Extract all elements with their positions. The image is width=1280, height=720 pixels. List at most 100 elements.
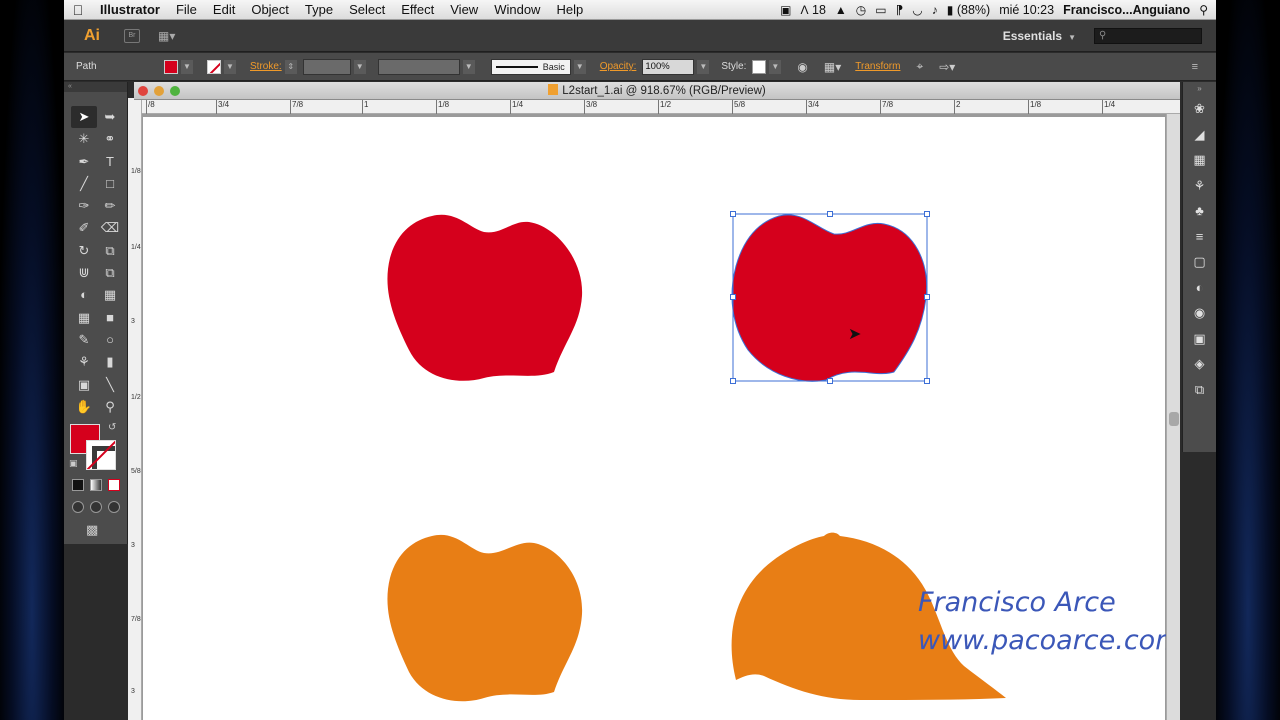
menu-effect[interactable]: Effect — [393, 2, 442, 17]
eraser-tool-icon[interactable]: ⌫ — [97, 217, 123, 239]
rectangle-tool-icon[interactable]: □ — [97, 173, 123, 195]
help-search-input[interactable]: ⚲ — [1094, 27, 1202, 44]
screen-recorder-icon[interactable]: ▣ — [780, 3, 791, 17]
color-mode-icon[interactable] — [72, 479, 84, 491]
gradient-tool-icon[interactable]: ■ — [97, 307, 123, 329]
scale-tool-icon[interactable]: ⧉ — [97, 240, 123, 262]
symbols-panel-icon[interactable]: ♣ — [1183, 198, 1216, 224]
artboards-panel-icon[interactable]: ⧉ — [1183, 377, 1216, 403]
free-transform-tool-icon[interactable]: ⧉ — [97, 262, 123, 284]
opacity-field[interactable]: 100% — [642, 58, 695, 75]
zoom-tool-icon[interactable]: ⚲ — [97, 396, 123, 418]
menu-illustrator[interactable]: Illustrator — [92, 2, 168, 17]
type-tool-icon[interactable]: T — [97, 151, 123, 173]
tools-panel-collapse-icon[interactable]: « — [64, 82, 127, 92]
default-colors-icon[interactable]: ▣ — [69, 458, 78, 469]
magic-wand-tool-icon[interactable]: ✳ — [71, 128, 97, 150]
menu-type[interactable]: Type — [297, 2, 341, 17]
swatches-panel-icon[interactable]: ▦ — [1183, 147, 1216, 173]
width-tool-icon[interactable]: ⋓ — [71, 262, 97, 284]
time-machine-icon[interactable]: ◷ — [856, 3, 866, 17]
menu-select[interactable]: Select — [341, 2, 393, 17]
volume-icon[interactable]: ♪ — [932, 3, 938, 17]
gradient-panel-icon[interactable]: ▢ — [1183, 249, 1216, 275]
color-panel-icon[interactable]: ❀ — [1183, 96, 1216, 122]
profile-dropdown-icon[interactable]: ▼ — [462, 59, 475, 74]
blob-brush-tool-icon[interactable]: ✐ — [71, 217, 97, 239]
menu-edit[interactable]: Edit — [205, 2, 243, 17]
opacity-panel-link[interactable]: Opacity: — [600, 61, 637, 72]
draw-normal-icon[interactable] — [72, 501, 84, 513]
transparency-panel-icon[interactable]: ◐ — [1183, 275, 1216, 301]
zoom-window-icon[interactable] — [170, 86, 180, 96]
menubar-user[interactable]: Francisco...Anguiano — [1063, 3, 1190, 17]
selection-tool-icon[interactable]: ➤ — [71, 106, 97, 129]
stroke-color-box[interactable] — [86, 440, 116, 470]
draw-behind-icon[interactable] — [90, 501, 102, 513]
workspace-switcher[interactable]: Essentials ▼ — [1003, 29, 1076, 43]
google-drive-icon[interactable]: ▲ — [835, 3, 847, 17]
vertical-scrollbar[interactable] — [1166, 114, 1180, 720]
blend-tool-icon[interactable]: ○ — [97, 329, 123, 351]
minimize-window-icon[interactable] — [154, 86, 164, 96]
none-mode-icon[interactable] — [108, 479, 120, 491]
menu-object[interactable]: Object — [243, 2, 297, 17]
gradient-mode-icon[interactable] — [90, 479, 102, 491]
apple-icon[interactable]:  — [64, 2, 92, 18]
screen-mode-icon[interactable]: ▩ — [86, 522, 98, 538]
eyedropper-tool-icon[interactable]: ✎ — [71, 329, 97, 351]
align-options-icon[interactable]: ▦▾ — [824, 60, 841, 74]
recolor-artwork-icon[interactable]: ◉ — [797, 60, 807, 74]
opacity-dropdown-icon[interactable]: ▼ — [697, 59, 710, 74]
hand-tool-icon[interactable]: ✋ — [71, 396, 97, 418]
line-segment-tool-icon[interactable]: ╱ — [71, 173, 97, 195]
stroke-panel-link[interactable]: Stroke: — [250, 61, 282, 72]
envelope-options-icon[interactable]: ⇨▾ — [939, 60, 955, 74]
slice-tool-icon[interactable]: ╲ — [97, 374, 123, 396]
rotate-tool-icon[interactable]: ↻ — [71, 240, 97, 262]
panel-menu-icon[interactable]: ≡ — [1192, 61, 1198, 73]
column-graph-tool-icon[interactable]: ▮ — [97, 351, 123, 373]
stroke-weight-dropdown-icon[interactable]: ▼ — [353, 59, 366, 74]
scroll-thumb[interactable] — [1169, 412, 1179, 426]
transform-panel-link[interactable]: Transform — [855, 61, 900, 72]
go-to-bridge-button[interactable]: Br — [124, 28, 140, 43]
mesh-tool-icon[interactable]: ▦ — [71, 307, 97, 329]
pen-tool-icon[interactable]: ✒ — [71, 151, 97, 173]
swap-fill-stroke-icon[interactable]: ↺ — [108, 422, 116, 433]
arrange-documents-icon[interactable]: ▦▾ — [158, 29, 175, 43]
menu-file[interactable]: File — [168, 2, 205, 17]
shape-builder-tool-icon[interactable]: ◐ — [71, 284, 97, 306]
graphic-styles-panel-icon[interactable]: ▣ — [1183, 326, 1216, 352]
perspective-grid-tool-icon[interactable]: ▦ — [97, 284, 123, 306]
stroke-weight-field[interactable] — [302, 58, 351, 75]
bluetooth-icon[interactable]: ⁋ — [896, 3, 904, 17]
adobe-creative-cloud-status[interactable]: Λ 18 — [801, 3, 826, 17]
appearance-panel-icon[interactable]: ◉ — [1183, 300, 1216, 326]
stroke-color-swatch[interactable] — [207, 59, 221, 74]
display-icon[interactable]: ▭ — [875, 3, 886, 17]
pencil-tool-icon[interactable]: ✏ — [97, 195, 123, 217]
stroke-dropdown-icon[interactable]: ▼ — [224, 59, 236, 74]
graphic-style-swatch[interactable] — [752, 59, 767, 74]
artboard-tool-icon[interactable]: ▣ — [71, 374, 97, 396]
draw-inside-icon[interactable] — [108, 501, 120, 513]
layers-panel-icon[interactable]: ◈ — [1183, 351, 1216, 377]
symbol-sprayer-tool-icon[interactable]: ⚘ — [71, 351, 97, 373]
lasso-tool-icon[interactable]: ⚭ — [97, 128, 123, 150]
stroke-weight-stepper[interactable]: ⇕ — [284, 59, 297, 74]
brush-dropdown-icon[interactable]: ▼ — [573, 59, 586, 74]
direct-selection-tool-icon[interactable]: ➥ — [97, 106, 123, 128]
menubar-clock[interactable]: mié 10:23 — [999, 3, 1054, 17]
variable-width-profile[interactable] — [377, 58, 460, 75]
dock-expand-icon[interactable]: » — [1183, 82, 1216, 96]
wifi-icon[interactable]: ◡ — [912, 3, 922, 17]
style-dropdown-icon[interactable]: ▼ — [769, 59, 782, 74]
brush-definition[interactable]: Basic — [490, 58, 571, 75]
menu-window[interactable]: Window — [486, 2, 548, 17]
paintbrush-tool-icon[interactable]: ✑ — [71, 195, 97, 217]
color-guide-icon[interactable]: ◢ — [1183, 122, 1216, 148]
stroke-panel-icon[interactable]: ≡ — [1183, 224, 1216, 250]
spotlight-search-icon[interactable]: ⚲ — [1199, 3, 1208, 17]
isolate-object-icon[interactable]: ⌖ — [916, 59, 923, 74]
